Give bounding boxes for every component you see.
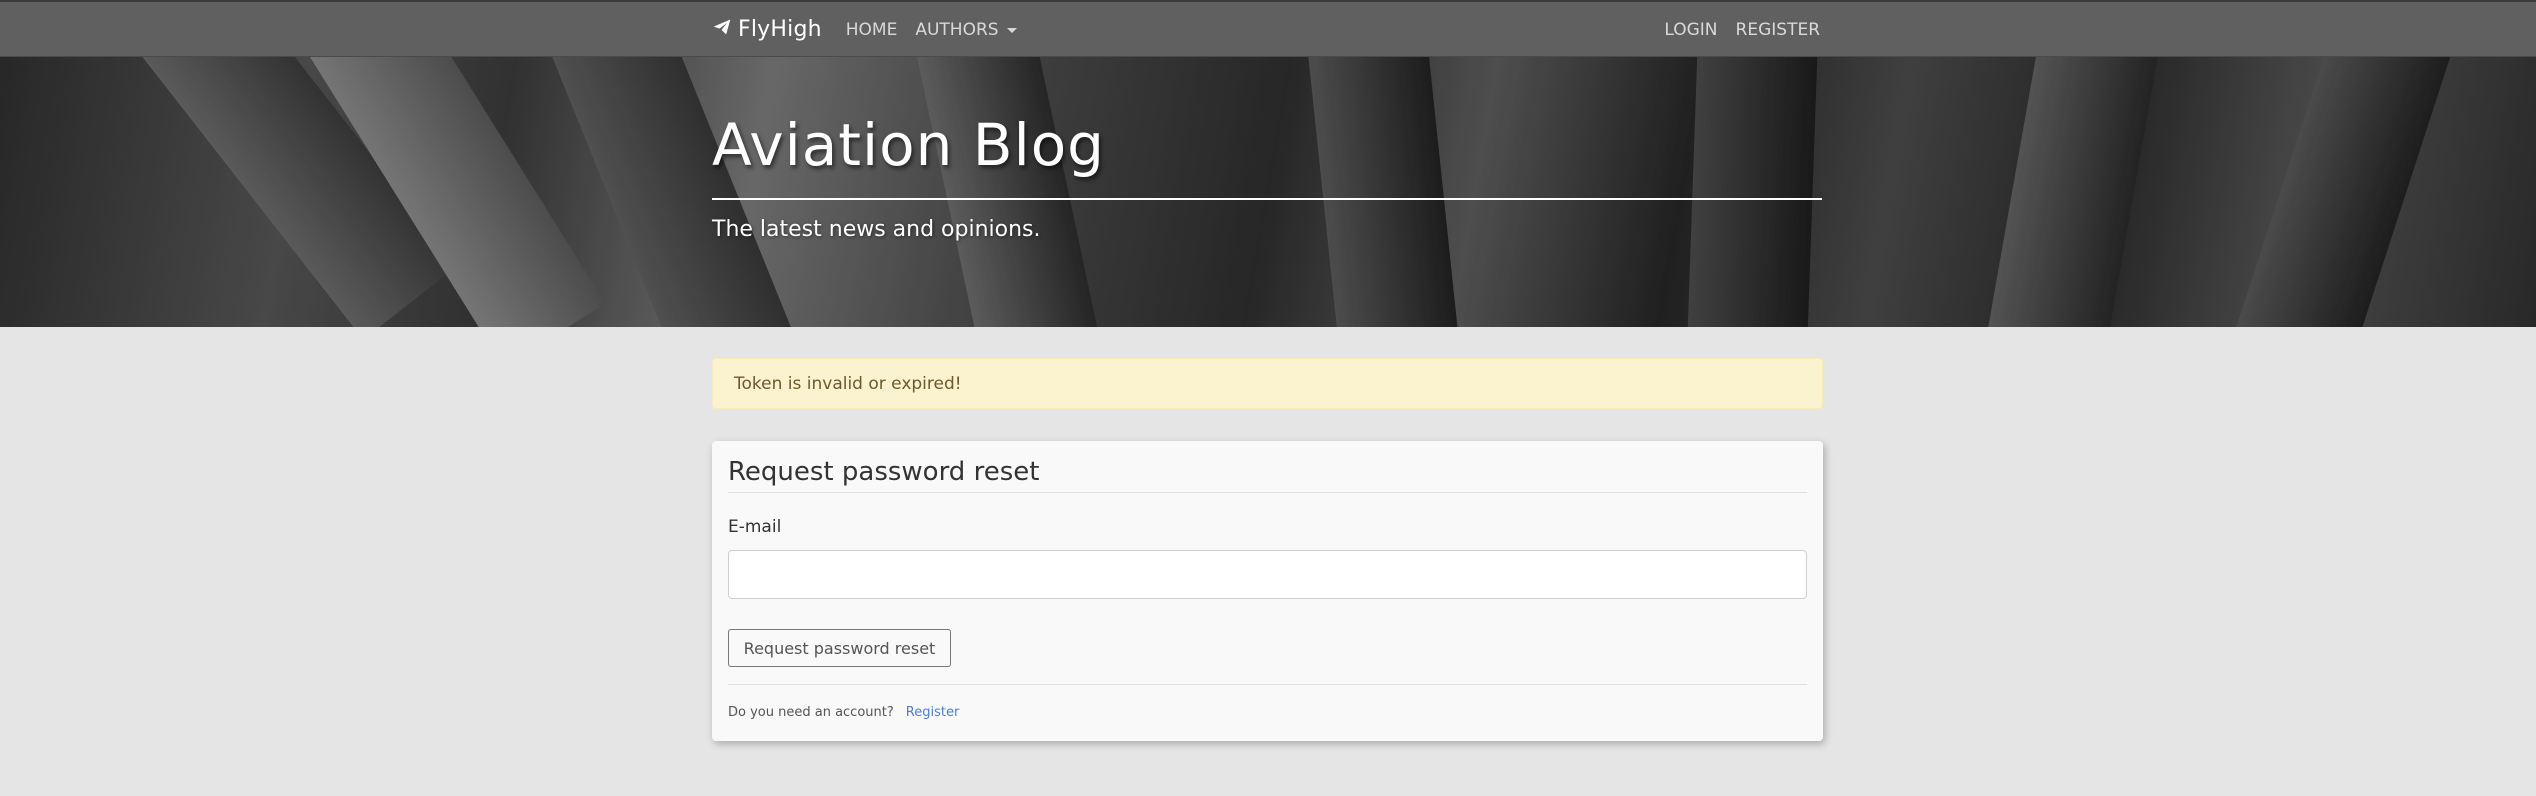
request-reset-button[interactable]: Request password reset	[728, 629, 951, 667]
password-reset-card: Request password reset E-mail Request pa…	[712, 441, 1823, 741]
nav-links: HOME AUTHORS	[846, 20, 1017, 40]
hero-divider	[712, 198, 1822, 200]
form-footer: Do you need an account? Register	[728, 705, 959, 720]
page-title: Aviation Blog	[712, 111, 1106, 179]
navbar: FlyHigh HOME AUTHORS LOGIN REGISTER	[0, 0, 2536, 57]
form-title: Request password reset	[728, 457, 1040, 487]
register-prompt-text: Do you need an account?	[728, 705, 894, 720]
hero-banner: Aviation Blog The latest news and opinio…	[0, 57, 2536, 327]
page-subtitle: The latest news and opinions.	[712, 217, 1041, 242]
brand-label: FlyHigh	[738, 17, 822, 42]
brand-link[interactable]: FlyHigh	[712, 17, 822, 43]
form-footer-divider	[728, 684, 1807, 685]
paper-plane-icon	[712, 17, 732, 43]
email-label: E-mail	[728, 517, 782, 537]
warning-alert: Token is invalid or expired!	[712, 358, 1823, 409]
nav-authors-label: AUTHORS	[915, 19, 999, 40]
alert-message: Token is invalid or expired!	[734, 373, 962, 394]
hero-content: Aviation Blog The latest news and opinio…	[712, 57, 1824, 327]
email-field[interactable]	[728, 550, 1807, 599]
nav-register-link[interactable]: REGISTER	[1736, 20, 1820, 40]
nav-home-link[interactable]: HOME	[846, 20, 898, 40]
register-link[interactable]: Register	[906, 705, 960, 720]
caret-down-icon	[1006, 28, 1017, 33]
nav-login-link[interactable]: LOGIN	[1664, 20, 1717, 40]
navbar-inner: FlyHigh HOME AUTHORS LOGIN REGISTER	[712, 2, 1824, 57]
nav-authors-dropdown[interactable]: AUTHORS	[915, 19, 1017, 40]
nav-right-links: LOGIN REGISTER	[1664, 20, 1820, 40]
form-title-divider	[728, 492, 1807, 493]
